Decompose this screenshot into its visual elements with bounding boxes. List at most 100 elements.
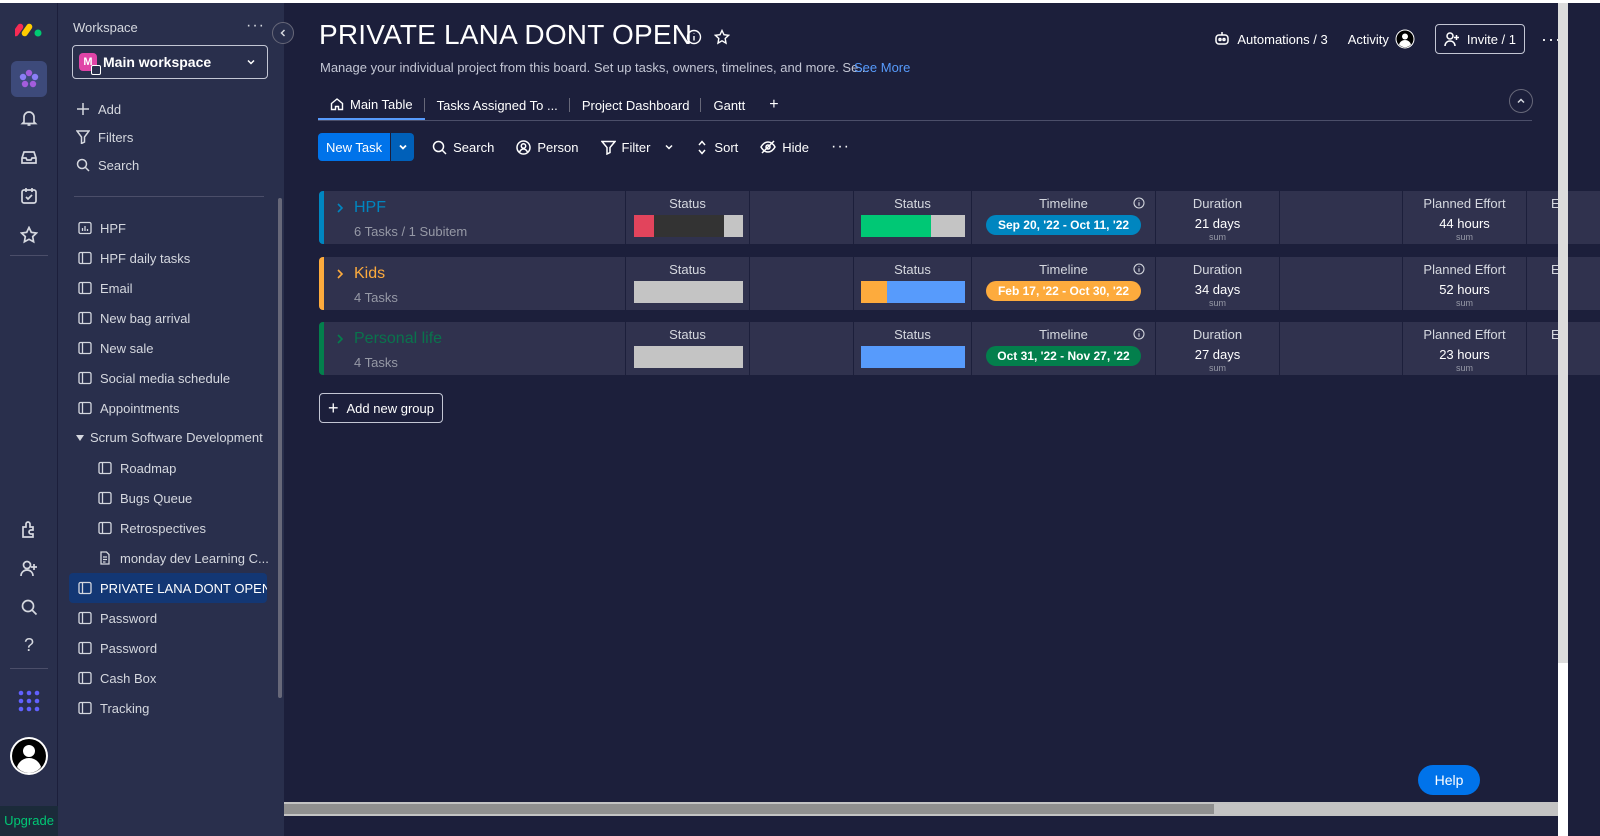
person-filter-button[interactable]: Person (516, 140, 579, 155)
workspace-selector[interactable]: M Main workspace (72, 45, 268, 79)
sidebar-board-item-active[interactable]: PRIVATE LANA DONT OPEN (69, 573, 267, 603)
see-more-link[interactable]: See More (854, 60, 910, 75)
new-task-dropdown[interactable] (390, 133, 415, 161)
invite-button[interactable]: Invite / 1 (1434, 24, 1526, 54)
user-avatar-icon[interactable] (9, 736, 49, 776)
sidebar-folder-board-item[interactable]: Bugs Queue (94, 486, 270, 510)
timeline-column: Timeline Sep 20, '22 - Oct 11, '22 (971, 191, 1155, 244)
group-name[interactable]: Personal life (354, 330, 442, 348)
tab-project-dashboard[interactable]: Project Dashboard (570, 90, 702, 120)
sidebar-board-item[interactable]: New bag arrival (74, 306, 270, 330)
monday-logo[interactable] (11, 11, 47, 47)
integrations-icon[interactable] (11, 511, 47, 547)
filter-button[interactable]: Filter (600, 140, 675, 155)
star-icon[interactable] (11, 217, 47, 253)
column-header: Duration (1192, 196, 1243, 211)
sidebar-board-item[interactable]: Email (74, 276, 270, 300)
hide-button[interactable]: Hide (760, 140, 809, 155)
timeline-range-pill[interactable]: Oct 31, '22 - Nov 27, '22 (986, 346, 1141, 366)
sidebar-board-item[interactable]: Appointments (74, 396, 270, 420)
board-title[interactable]: PRIVATE LANA DONT OPEN (319, 19, 692, 51)
sidebar-folder-board-item[interactable]: Retrospectives (94, 516, 270, 540)
board-label: HPF daily tasks (100, 250, 191, 266)
sort-button[interactable]: Sort (696, 140, 738, 155)
automations-button[interactable]: Automations / 3 (1214, 31, 1328, 47)
chevron-right-icon[interactable] (334, 267, 346, 281)
invite-members-icon[interactable] (11, 550, 47, 586)
work-management-icon[interactable] (11, 61, 47, 97)
info-icon[interactable] (1133, 197, 1145, 209)
timeline-range-pill[interactable]: Feb 17, '22 - Oct 30, '22 (986, 281, 1141, 301)
tab-gantt[interactable]: Gantt (701, 90, 757, 120)
add-view-button[interactable]: + (757, 90, 790, 120)
group-header[interactable]: Kids 4 Tasks Status Status Timeline Feb 17, '… (319, 257, 1600, 310)
search-action[interactable]: Search (76, 155, 139, 175)
vertical-scrollbar[interactable] (1558, 3, 1568, 663)
new-task-button[interactable]: New Task (318, 133, 391, 161)
info-icon[interactable] (686, 29, 702, 45)
sidebar-board-item[interactable]: Password (74, 636, 270, 660)
status-segment (930, 215, 965, 237)
apps-grid-icon[interactable] (11, 683, 47, 719)
home-icon (91, 65, 101, 75)
board-description: Manage your individual project from this… (320, 60, 870, 75)
sidebar-board-item[interactable]: Cash Box (74, 666, 270, 690)
icon-rail: ? Upgrade (0, 3, 58, 836)
workspace-more-icon[interactable]: ··· (246, 17, 265, 35)
sidebar-folder-board-item[interactable]: Roadmap (94, 456, 270, 480)
column-header: Planned Effort (1423, 196, 1506, 211)
horizontal-scrollbar[interactable] (284, 802, 1558, 816)
tab-main-table[interactable]: Main Table (318, 90, 425, 120)
group-name[interactable]: Kids (354, 265, 385, 283)
activity-button[interactable]: Activity (1348, 29, 1415, 49)
sidebar-board-item[interactable]: Password (74, 606, 270, 630)
board-label: Bugs Queue (120, 490, 193, 506)
status-column-2: Status (853, 191, 971, 244)
add-action[interactable]: Add (76, 99, 121, 119)
column-header: Timeline (1039, 327, 1088, 342)
info-icon[interactable] (1133, 328, 1145, 340)
collapse-header-button[interactable] (1509, 89, 1533, 113)
status-summary-bar[interactable] (634, 215, 743, 237)
upgrade-button[interactable]: Upgrade (0, 806, 58, 836)
group-name[interactable]: HPF (354, 199, 386, 217)
sidebar-board-item[interactable]: Tracking (74, 696, 270, 720)
sum-label: sum (1208, 298, 1226, 308)
sidebar-scrollbar[interactable] (278, 198, 282, 698)
horizontal-scroll-thumb[interactable] (284, 804, 1214, 814)
status-segment (724, 215, 743, 237)
bell-icon[interactable] (11, 100, 47, 136)
sidebar-folder-board-item[interactable]: monday dev Learning C... (94, 546, 270, 570)
timeline-range-pill[interactable]: Sep 20, '22 - Oct 11, '22 (986, 215, 1141, 235)
status-summary-bar[interactable] (861, 215, 965, 237)
sidebar-board-item[interactable]: New sale (74, 336, 270, 360)
workspace-name: Main workspace (103, 54, 212, 70)
chevron-right-icon[interactable] (334, 332, 346, 346)
group-header[interactable]: Personal life 4 Tasks Status Status Timeline… (319, 322, 1600, 375)
sidebar-board-item[interactable]: HPF (74, 216, 270, 240)
status-summary-bar[interactable] (634, 281, 743, 303)
add-new-group-button[interactable]: + Add new group (319, 393, 443, 423)
my-work-icon[interactable] (11, 178, 47, 214)
sidebar-board-item[interactable]: HPF daily tasks (74, 246, 270, 270)
plus-icon (77, 103, 89, 115)
favorite-star-icon[interactable] (714, 29, 730, 45)
folder-scrum[interactable]: Scrum Software Development (76, 430, 263, 445)
status-summary-bar[interactable] (861, 346, 965, 368)
info-icon[interactable] (1133, 263, 1145, 275)
sidebar-board-item[interactable]: Social media schedule (74, 366, 270, 390)
help-icon[interactable]: ? (11, 627, 47, 663)
tab-tasks-assigned[interactable]: Tasks Assigned To ... (425, 90, 570, 120)
group-header[interactable]: HPF 6 Tasks / 1 Subitem Status Status Timeli… (319, 191, 1600, 244)
status-summary-bar[interactable] (634, 346, 743, 368)
search-icon[interactable] (11, 589, 47, 625)
inbox-icon[interactable] (11, 139, 47, 175)
status-summary-bar[interactable] (861, 281, 965, 303)
help-button[interactable]: Help (1418, 765, 1480, 795)
toolbar-more-icon[interactable]: ··· (831, 138, 850, 156)
search-button[interactable]: Search (432, 140, 494, 155)
workspace-avatar: M (79, 53, 101, 75)
group-color-edge (319, 257, 324, 310)
filters-action[interactable]: Filters (76, 127, 133, 147)
chevron-right-icon[interactable] (334, 201, 346, 215)
